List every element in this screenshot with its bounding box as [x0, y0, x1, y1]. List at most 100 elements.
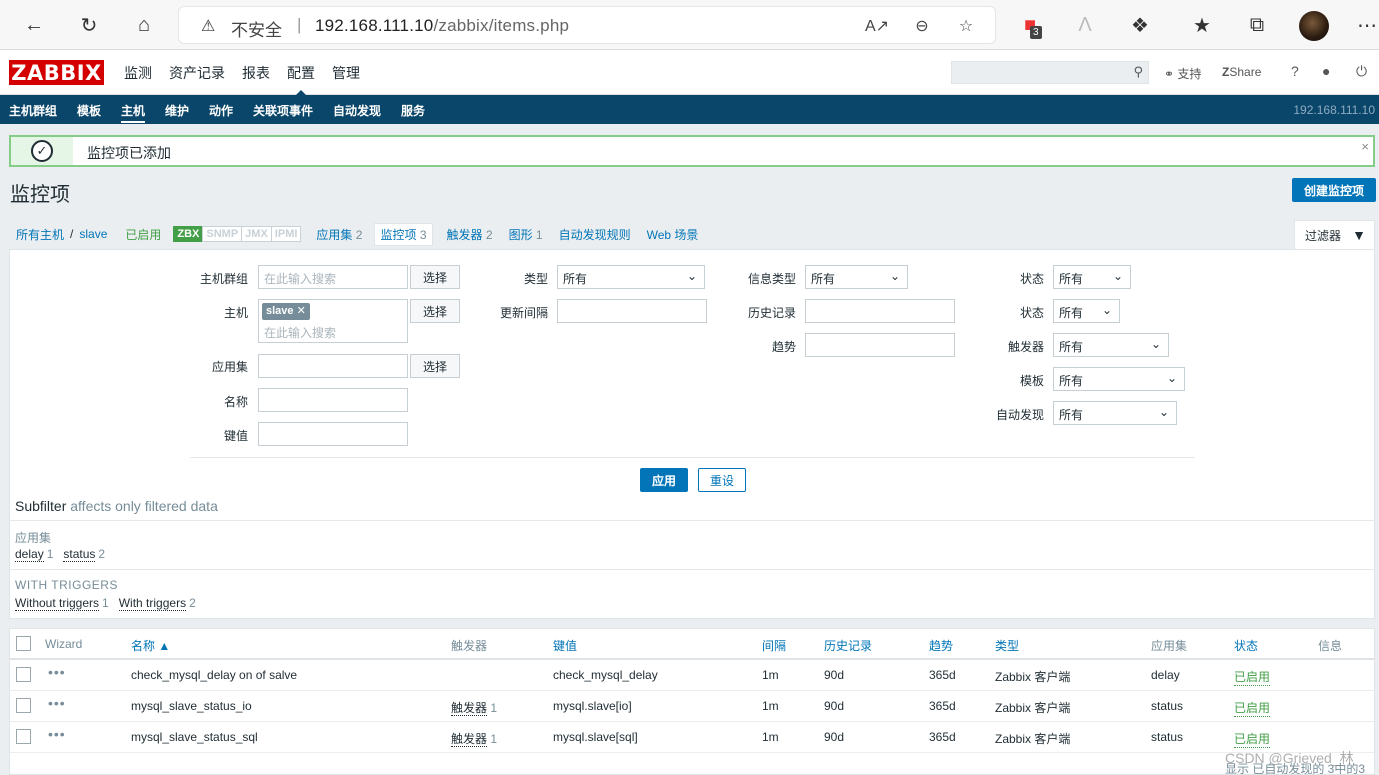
logout-icon[interactable]: ⏻: [1356, 63, 1367, 80]
reset-button[interactable]: 重设: [698, 468, 746, 492]
tab-applications[interactable]: 应用集 2: [316, 226, 362, 243]
submenu-maintenance[interactable]: 维护: [165, 102, 189, 119]
submenu-host-groups[interactable]: 主机群组: [9, 102, 57, 119]
interval-input[interactable]: [557, 299, 707, 323]
url-text[interactable]: 192.168.111.10/zabbix/items.php: [315, 16, 569, 36]
subfilter-with-triggers[interactable]: With triggers 2: [118, 596, 196, 611]
chevron-down-icon: ⌄: [1166, 371, 1177, 385]
menu-reports[interactable]: 报表: [242, 63, 270, 83]
item-status-toggle[interactable]: 已启用: [1234, 668, 1271, 686]
tab-discovery-rules[interactable]: 自动发现规则: [559, 226, 631, 243]
breadcrumb-all-hosts[interactable]: 所有主机: [16, 226, 64, 243]
col-status[interactable]: 状态: [1234, 637, 1258, 654]
history-input[interactable]: [805, 299, 955, 323]
info-type-select[interactable]: 所有 ⌄: [805, 265, 908, 289]
profile-avatar[interactable]: [1299, 11, 1329, 41]
host-status[interactable]: 已启用: [125, 226, 161, 243]
subfilter-without-triggers[interactable]: Without triggers 1: [15, 596, 109, 611]
application-select-button[interactable]: 选择: [410, 354, 460, 378]
filter-tab[interactable]: 过滤器 ▼: [1294, 220, 1375, 250]
create-item-button[interactable]: 创建监控项: [1292, 178, 1376, 202]
discovery-select[interactable]: 所有 ⌄: [1053, 401, 1177, 425]
submenu-services[interactable]: 服务: [401, 102, 425, 119]
type-select[interactable]: 所有 ⌄: [557, 265, 705, 289]
submenu-discovery[interactable]: 自动发现: [333, 102, 381, 119]
wizard-menu-icon[interactable]: •••: [48, 664, 66, 680]
address-bar[interactable]: ⚠ 不安全 | 192.168.111.10/zabbix/items.php …: [178, 6, 996, 44]
menu-administration[interactable]: 管理: [332, 63, 360, 83]
zoom-out-icon[interactable]: ⊖: [910, 15, 934, 37]
extensions-puzzle-icon[interactable]: ❖: [1125, 10, 1155, 40]
back-arrow-icon[interactable]: ←: [19, 10, 49, 40]
apply-button[interactable]: 应用: [640, 468, 688, 492]
host-group-input[interactable]: 在此输入搜索: [258, 265, 408, 289]
table-row: ••• check_mysql_delay on of salve check_…: [10, 660, 1374, 691]
tab-graphs[interactable]: 图形 1: [509, 226, 543, 243]
more-menu-icon[interactable]: ⋯: [1352, 10, 1379, 40]
triggers-select[interactable]: 所有 ⌄: [1053, 333, 1169, 357]
col-interval[interactable]: 间隔: [762, 637, 786, 654]
item-name-link[interactable]: mysql_slave_status_io: [131, 699, 252, 713]
share-link[interactable]: ZShare: [1222, 65, 1261, 79]
submenu-event-correlation[interactable]: 关联项事件: [253, 102, 313, 119]
user-profile-icon[interactable]: ●: [1322, 63, 1330, 79]
collections-icon[interactable]: ⧉: [1242, 10, 1272, 40]
subfilter-app-status[interactable]: status 2: [63, 547, 105, 562]
host-multiselect[interactable]: slave ✕ 在此输入搜索: [258, 299, 408, 343]
select-all-checkbox[interactable]: [16, 636, 31, 651]
template-select[interactable]: 所有 ⌄: [1053, 367, 1185, 391]
breadcrumb-host[interactable]: slave: [79, 227, 107, 241]
col-key[interactable]: 键值: [553, 637, 577, 654]
wizard-menu-icon[interactable]: •••: [48, 695, 66, 711]
submenu-actions[interactable]: 动作: [209, 102, 233, 119]
row-checkbox[interactable]: [16, 698, 31, 713]
host-group-select-button[interactable]: 选择: [410, 265, 460, 289]
row-checkbox[interactable]: [16, 667, 31, 682]
support-link[interactable]: ⚭ 支持: [1164, 65, 1201, 82]
item-triggers[interactable]: 触发器 1: [451, 730, 497, 747]
tab-items[interactable]: 监控项 3: [374, 222, 433, 246]
col-name[interactable]: 名称 ▲: [131, 637, 170, 654]
col-history[interactable]: 历史记录: [824, 637, 872, 654]
help-icon[interactable]: ?: [1291, 63, 1299, 79]
tab-web-scenarios[interactable]: Web 场景: [647, 226, 699, 243]
secondary-menu: 主机群组 模板 主机 维护 动作 关联项事件 自动发现 服务 192.168.1…: [0, 95, 1379, 124]
menu-configuration[interactable]: 配置: [287, 63, 315, 96]
close-icon[interactable]: ×: [1361, 139, 1369, 154]
subfilter-app-delay[interactable]: delay 1: [15, 547, 53, 562]
wizard-menu-icon[interactable]: •••: [48, 726, 66, 742]
col-trends[interactable]: 趋势: [929, 637, 953, 654]
tab-triggers[interactable]: 触发器 2: [447, 226, 493, 243]
host-select-button[interactable]: 选择: [410, 299, 460, 323]
item-status-toggle[interactable]: 已启用: [1234, 730, 1271, 748]
host-chip[interactable]: slave ✕: [262, 303, 310, 320]
menu-inventory[interactable]: 资产记录: [169, 63, 225, 83]
submenu-templates[interactable]: 模板: [77, 102, 101, 119]
item-triggers[interactable]: 触发器 1: [451, 699, 497, 716]
col-triggers: 触发器: [451, 639, 488, 653]
tag-snmp: SNMP: [202, 226, 243, 242]
table-row: ••• mysql_slave_status_io 触发器 1 mysql.sl…: [10, 691, 1374, 722]
col-type[interactable]: 类型: [995, 637, 1019, 654]
extension-gray-icon[interactable]: Λ: [1070, 10, 1100, 40]
status-select[interactable]: 所有 ⌄: [1053, 299, 1120, 323]
favorite-add-icon[interactable]: ☆: [954, 15, 978, 37]
global-search-input[interactable]: ⚲: [951, 61, 1149, 84]
home-icon[interactable]: ⌂: [129, 10, 159, 40]
key-input[interactable]: [258, 422, 408, 446]
zabbix-logo[interactable]: ZABBIX: [9, 60, 104, 85]
application-input[interactable]: [258, 354, 408, 378]
search-icon[interactable]: ⚲: [1133, 64, 1143, 80]
item-status-toggle[interactable]: 已启用: [1234, 699, 1271, 717]
item-name-link[interactable]: check_mysql_delay on of salve: [131, 668, 297, 682]
trends-input[interactable]: [805, 333, 955, 357]
item-name-link[interactable]: mysql_slave_status_sql: [131, 730, 258, 744]
row-checkbox[interactable]: [16, 729, 31, 744]
state-select[interactable]: 所有 ⌄: [1053, 265, 1131, 289]
menu-monitoring[interactable]: 监测: [124, 63, 152, 83]
read-aloud-icon[interactable]: A↗: [865, 15, 889, 37]
name-input[interactable]: [258, 388, 408, 412]
favorites-icon[interactable]: ★: [1187, 10, 1217, 40]
submenu-hosts[interactable]: 主机: [121, 102, 146, 123]
refresh-icon[interactable]: ↻: [74, 10, 104, 40]
